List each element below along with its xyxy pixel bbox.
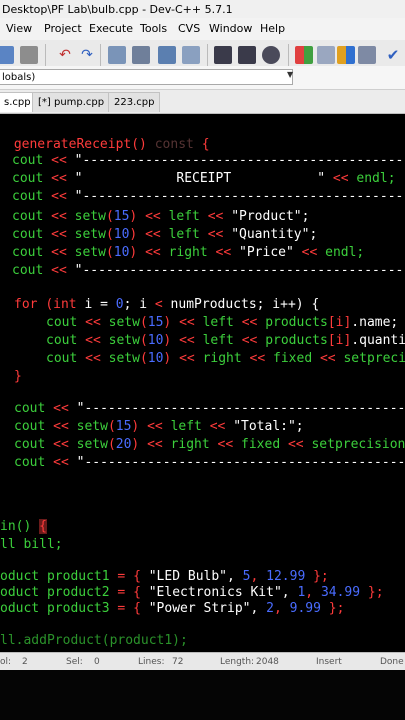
code-line: oduct product3 = { "Power Strip", 2, 9.9… <box>0 601 345 616</box>
code-line: cout << setw(10) << left << "Quantity"; <box>12 227 318 242</box>
toolbar-separator <box>288 44 289 68</box>
scope-dropdown[interactable]: lobals) <box>0 69 293 85</box>
code-line: } <box>14 369 22 384</box>
status-lines: 72 <box>172 657 184 667</box>
status-state: Done <box>380 657 404 667</box>
tab-223-cpp[interactable]: 223.cpp <box>108 92 161 112</box>
code-line: cout << setw(15) << left << products[i].… <box>46 315 399 330</box>
check-icon[interactable]: ✔ <box>384 46 402 64</box>
toolbar-separator <box>207 44 208 68</box>
code-editor[interactable]: generateReceipt() const { cout << "-----… <box>0 114 405 654</box>
code-line: cout << setw(10) << right << fixed << se… <box>46 351 405 366</box>
menu-tools[interactable]: Tools <box>140 18 167 40</box>
menu-bar: View Project Execute Tools CVS Window He… <box>0 18 405 40</box>
code-line: cout << setw(10) << left << products[i].… <box>46 333 405 348</box>
chevron-down-icon[interactable]: ▼ <box>287 70 293 79</box>
status-lines-label: Lines: <box>138 657 165 667</box>
compile-run-icon[interactable] <box>337 46 355 64</box>
rebuild-icon[interactable] <box>358 46 376 64</box>
replace-icon[interactable] <box>132 46 150 64</box>
compile-icon[interactable] <box>295 46 313 64</box>
redo-icon[interactable]: ↷ <box>78 46 96 64</box>
window-title: Desktop\PF Lab\bulb.cpp - Dev-C++ 5.7.1 <box>0 0 405 20</box>
goto-line-icon[interactable] <box>182 46 200 64</box>
code-line: cout << "-------------------------------… <box>12 153 405 168</box>
status-col: 2 <box>22 657 28 667</box>
toolbar-separator <box>100 44 101 68</box>
code-line: cout << setw(10) << right << "Price" << … <box>12 245 365 260</box>
code-line: ll bill; <box>0 537 63 552</box>
menu-project[interactable]: Project <box>44 18 82 40</box>
unindent-icon[interactable] <box>238 46 256 64</box>
screen-bezel <box>0 670 405 720</box>
find-icon[interactable] <box>108 46 126 64</box>
status-bar: ol: 2 Sel: 0 Lines: 72 Length: 2048 Inse… <box>0 652 405 670</box>
open-icon[interactable] <box>0 46 14 64</box>
run-icon[interactable] <box>317 46 335 64</box>
toggle-bookmark-icon[interactable] <box>262 46 280 64</box>
menu-help[interactable]: Help <box>260 18 285 40</box>
code-line: cout << " RECEIPT " << endl; <box>12 171 396 186</box>
file-tabs: s.cpp [*] pump.cpp 223.cpp <box>0 90 405 114</box>
status-sel-label: Sel: <box>66 657 83 667</box>
code-line: for (int i = 0; i < numProducts; i++) { <box>14 297 320 312</box>
status-col-label: ol: <box>0 657 12 667</box>
code-line: cout << "-------------------------------… <box>14 455 405 470</box>
menu-execute[interactable]: Execute <box>89 18 133 40</box>
tab-pump-cpp[interactable]: [*] pump.cpp <box>32 92 111 112</box>
code-line: cout << setw(15) << left << "Total:"; <box>14 419 304 434</box>
code-line: cout << setw(15) << left << "Product"; <box>12 209 310 224</box>
find-next-icon[interactable] <box>158 46 176 64</box>
code-line: in() { <box>0 519 47 534</box>
status-sel: 0 <box>94 657 100 667</box>
print-icon[interactable] <box>20 46 38 64</box>
menu-window[interactable]: Window <box>209 18 252 40</box>
code-line: cout << "-------------------------------… <box>14 401 405 416</box>
status-length-label: Length: <box>220 657 255 667</box>
code-line: cout << "-------------------------------… <box>12 263 405 278</box>
code-line: cout << "-------------------------------… <box>12 189 405 204</box>
scope-bar: lobals) ▼ <box>0 66 405 90</box>
menu-view[interactable]: View <box>6 18 32 40</box>
status-length: 2048 <box>256 657 279 667</box>
code-line: ll.addProduct(product1); <box>0 633 188 648</box>
undo-icon[interactable]: ↶ <box>56 46 74 64</box>
toolbar-separator <box>45 44 46 68</box>
menu-cvs[interactable]: CVS <box>178 18 200 40</box>
indent-icon[interactable] <box>214 46 232 64</box>
code-line: cout << setw(20) << right << fixed << se… <box>14 437 405 452</box>
status-mode: Insert <box>316 657 342 667</box>
